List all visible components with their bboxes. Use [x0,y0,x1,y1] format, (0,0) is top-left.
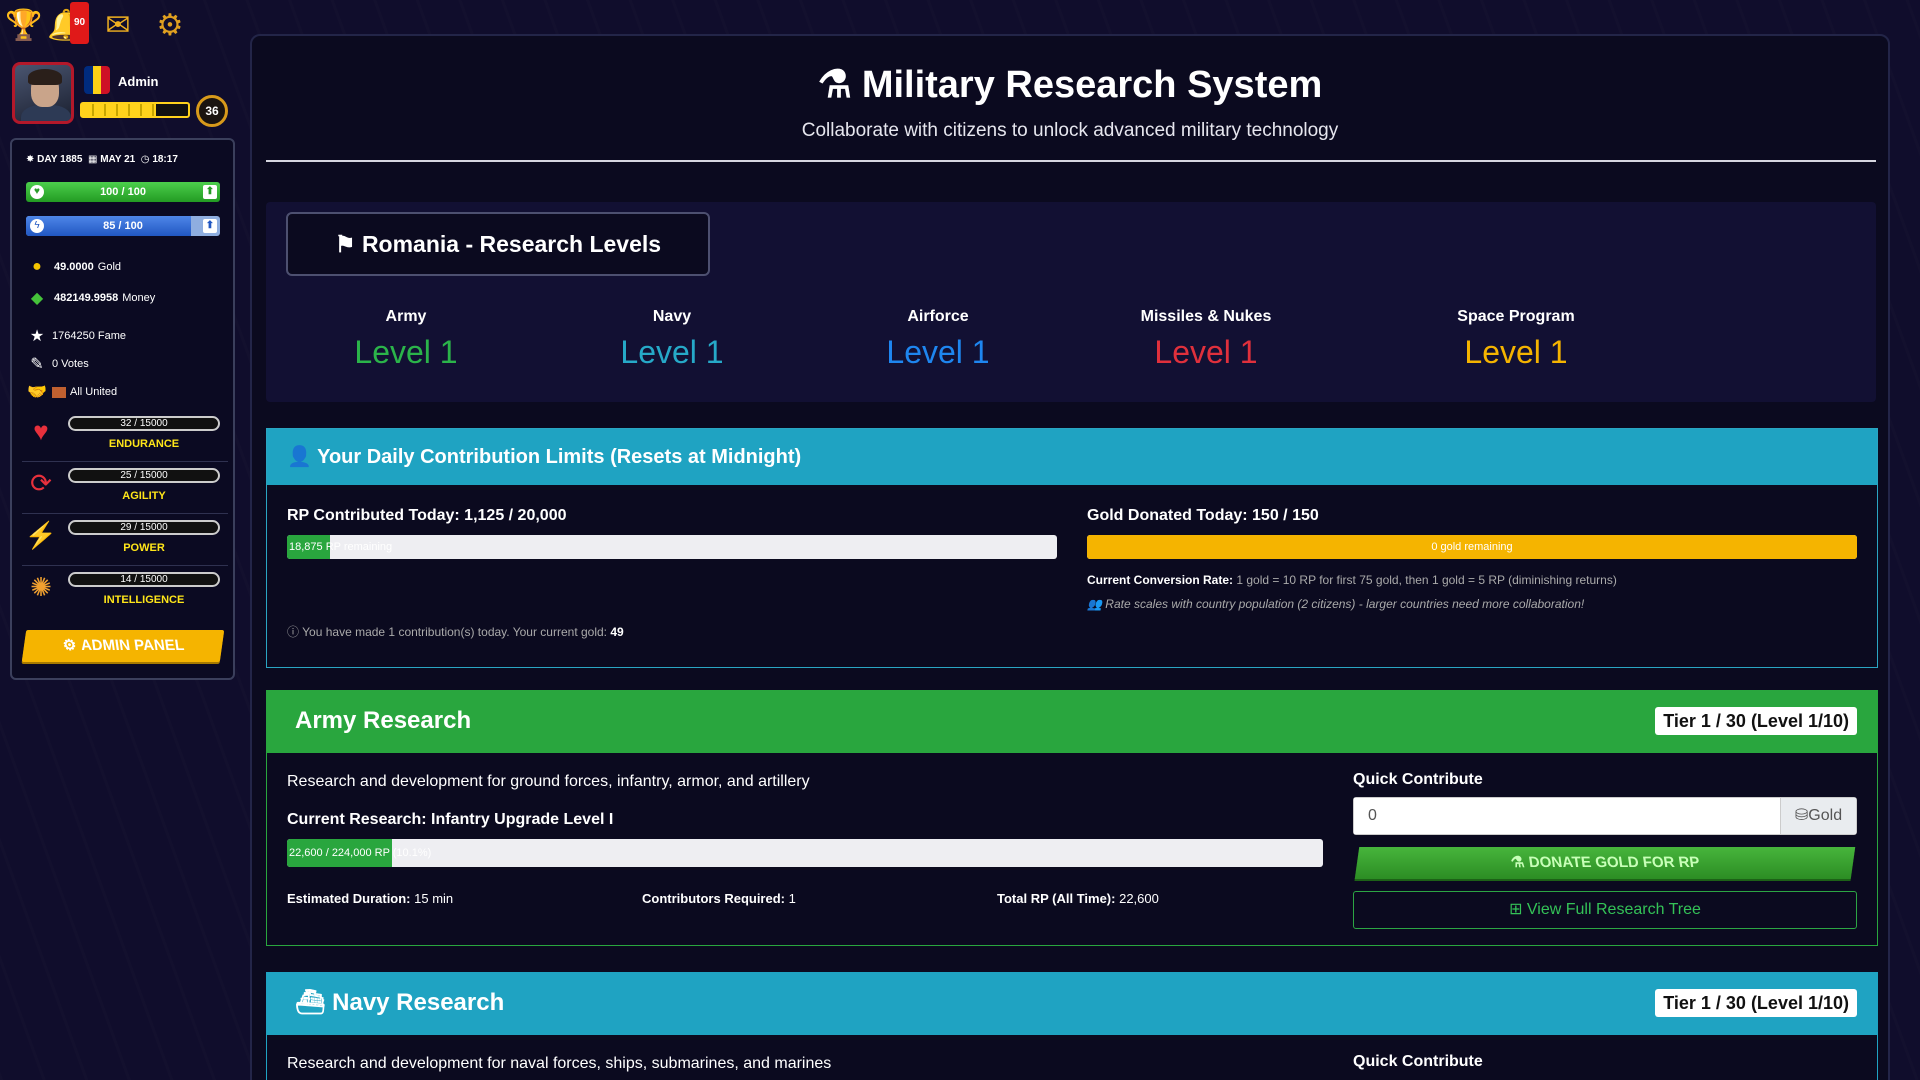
gold-remaining-bar: 0 gold remaining [1087,535,1857,559]
money-amount: ◆ 482149.9958 Money [26,288,155,308]
contribution-summary: ⓘ You have made 1 contribution(s) today.… [287,625,624,639]
navy-research-header: ⛴ Navy Research Tier 1 / 30 (Level 1/10) [267,973,1877,1035]
army-description: Research and development for ground forc… [287,773,810,790]
refresh-icon: ⟳ [30,468,52,498]
attribute-intelligence: ✺ 14 / 15000 INTELLIGENCE [22,568,228,618]
brain-icon: ✺ [30,572,52,602]
bolt-icon: ⚡ [24,520,58,550]
player-level-badge: 36 [196,95,228,127]
army-duration: Estimated Duration: 15 min [287,891,454,906]
fame-amount: ★ 1764250 Fame [26,326,126,346]
heart-icon: ♥ [33,416,49,446]
gold-addon: ⛁Gold [1780,798,1856,834]
game-date: ✸ DAY 1885 ▦ MAY 21 ◷ 18:17 [26,154,178,165]
info-icon: ⓘ [287,625,300,639]
army-contributors: Contributors Required: 1 [642,891,796,906]
energy-bar: ϟ 85 / 100 ⬆ [26,216,220,236]
ship-icon: ⛴ [295,989,326,1016]
experience-bar [80,102,190,118]
army-total-rp: Total RP (All Time): 22,600 [997,891,1159,906]
top-icon-bar: 🏆 🔔 90 ✉ ⚙ [0,0,235,56]
country-levels-heading: ⚑ Romania - Research Levels [286,212,710,276]
view-research-tree-button[interactable]: ⊞ View Full Research Tree [1353,891,1857,929]
trophy-icon[interactable]: 🏆 [4,6,44,46]
gold-donated-label: Gold Donated Today: 150 / 150 [1087,507,1319,524]
army-gold-input-group: ⛁Gold [1353,797,1857,835]
daily-limits-header: 👤 Your Daily Contribution Limits (Resets… [267,429,1877,485]
health-bar: ♥ 100 / 100 ⬆ [26,182,220,202]
population-scale-note: 👥 Rate scales with country population (2… [1087,597,1585,611]
country-flag-icon[interactable] [84,66,110,94]
user-icon: 👤 [287,446,312,468]
profile-block: Admin 36 [10,60,235,130]
level-space-program: Space Program Level 1 [1457,308,1575,370]
level-missiles-nukes: Missiles & Nukes Level 1 [1140,308,1272,370]
star-icon: ★ [29,328,45,345]
flask-icon: ⚗ [817,64,852,106]
money-icon: ◆ [30,290,44,307]
army-tier-badge: Tier 1 / 30 (Level 1/10) [1655,707,1857,735]
donate-gold-button[interactable]: ⚗ DONATE GOLD FOR RP [1354,847,1856,879]
handshake-icon: 🤝 [27,384,47,401]
calendar-icon: ▦ [87,154,98,165]
rp-remaining-bar: 18,875 RP remaining [287,535,1057,559]
attribute-agility: ⟳ 25 / 15000 AGILITY [22,464,228,514]
navy-description: Research and development for naval force… [287,1055,832,1072]
navy-research-card: ⛴ Navy Research Tier 1 / 30 (Level 1/10)… [266,972,1878,1080]
page-subtitle: Collaborate with citizens to unlock adva… [801,120,1339,141]
daily-limits-card: 👤 Your Daily Contribution Limits (Resets… [266,428,1878,668]
sitemap-icon: ⊞ [1509,901,1523,918]
level-army: Army Level 1 [354,308,458,370]
cogs-icon: ⚙ [61,637,78,654]
party-link[interactable]: 🤝 All United [26,382,117,402]
pen-icon: ✎ [30,356,44,373]
army-quick-contribute-label: Quick Contribute [1353,771,1483,788]
army-gold-input[interactable] [1354,798,1780,834]
stats-panel: ✸ DAY 1885 ▦ MAY 21 ◷ 18:17 ♥ 100 / 100 … [10,138,235,680]
army-current-research: Current Research: Infantry Upgrade Level… [287,811,614,828]
army-research-card: Army Research Tier 1 / 30 (Level 1/10) R… [266,690,1878,946]
users-icon: 👥 [1087,597,1102,611]
flask-icon: ⚗ [1509,854,1526,871]
gold-amount: ● 49.0000 Gold [26,258,121,276]
level-navy: Navy Level 1 [620,308,724,370]
notification-badge: 90 [70,2,90,44]
level-airforce: Airforce Level 1 [886,308,990,370]
admin-panel-button[interactable]: ⚙ ADMIN PANEL [21,630,225,662]
research-levels-panel: ⚑ Romania - Research Levels Army Level 1 … [266,202,1876,402]
party-flag-icon [52,386,66,398]
avatar[interactable] [12,62,74,124]
attribute-endurance: ♥ 32 / 15000 ENDURANCE [22,412,228,462]
gear-icon[interactable]: ⚙ [150,6,190,46]
sun-icon: ✸ [26,154,35,165]
energy-refill-button[interactable]: ⬆ [203,219,217,233]
clock-icon: ◷ [140,154,150,165]
rp-contributed-label: RP Contributed Today: 1,125 / 20,000 [287,507,567,524]
player-name[interactable]: Admin [118,74,158,89]
gold-coins-icon: ● [32,258,42,275]
main-panel: ⚗ Military Research System Collaborate wi… [250,34,1890,1080]
flag-icon: ⚑ [334,231,356,257]
army-research-progress: 22,600 / 224,000 RP (10.1%) [287,839,1323,867]
navy-quick-contribute-label: Quick Contribute [1353,1053,1483,1070]
coins-icon: ⛁ [1794,807,1809,824]
votes-amount: ✎ 0 Votes [26,354,88,374]
navy-tier-badge: Tier 1 / 30 (Level 1/10) [1655,989,1857,1017]
attribute-power: ⚡ 29 / 15000 POWER [22,516,228,566]
health-refill-button[interactable]: ⬆ [203,185,217,199]
messages-icon[interactable]: ✉ [98,6,138,46]
bell-icon[interactable]: 🔔 90 [46,2,90,46]
page-title: ⚗ Military Research System [817,64,1323,106]
divider [266,160,1876,162]
conversion-rate: Current Conversion Rate: 1 gold = 10 RP … [1087,573,1617,587]
army-research-header: Army Research Tier 1 / 30 (Level 1/10) [267,691,1877,753]
